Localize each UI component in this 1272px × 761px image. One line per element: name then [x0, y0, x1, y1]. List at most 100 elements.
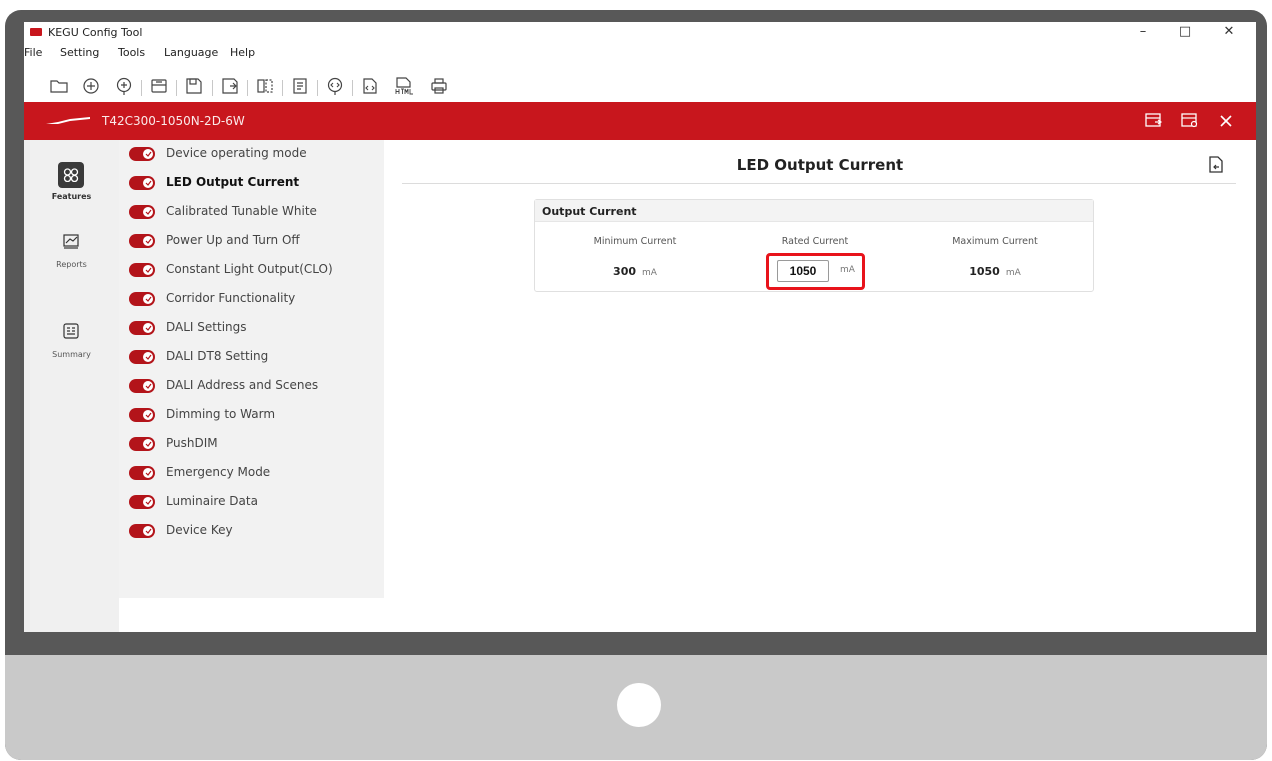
home-button [617, 683, 661, 727]
feature-device-key[interactable]: Device Key [119, 517, 384, 545]
feature-dali-address-and-scenes[interactable]: DALI Address and Scenes [119, 372, 384, 400]
feature-label: Constant Light Output(CLO) [166, 262, 333, 276]
toolbar-divider [317, 80, 318, 96]
toolbar-divider [141, 80, 142, 96]
rail-reports[interactable]: Reports [24, 222, 119, 292]
feature-calibrated-tunable-white[interactable]: Calibrated Tunable White [119, 198, 384, 226]
menu-setting[interactable]: Setting [60, 46, 99, 59]
rail-summary-label: Summary [52, 350, 91, 359]
maximize-button[interactable]: □ [1174, 24, 1196, 39]
rated-current-highlight: mA [766, 253, 865, 290]
brand-logo-icon [46, 117, 90, 124]
feature-label: LED Output Current [166, 175, 300, 189]
feature-label: Emergency Mode [166, 465, 271, 479]
feature-device-operating-mode[interactable]: Device operating mode [119, 140, 384, 168]
feature-toggle[interactable] [129, 147, 155, 161]
add-circle-icon[interactable] [79, 74, 103, 98]
card-title: Output Current [542, 205, 637, 218]
rated-current-label: Rated Current [781, 236, 849, 247]
minimize-button[interactable]: – [1132, 24, 1154, 39]
feature-luminaire-data[interactable]: Luminaire Data [119, 488, 384, 516]
menu-file[interactable]: File [24, 46, 42, 59]
left-rail: Features Reports Summary [24, 140, 119, 632]
feature-toggle[interactable] [129, 292, 155, 306]
toolbar-divider [212, 80, 213, 96]
menu-help[interactable]: Help [230, 46, 255, 59]
rated-current-unit: mA [840, 265, 855, 275]
rail-reports-label: Reports [56, 260, 87, 269]
window-close-button[interactable]: ✕ [1218, 24, 1240, 39]
feature-toggle[interactable] [129, 379, 155, 393]
feature-toggle[interactable] [129, 524, 155, 538]
toolbar-divider [352, 80, 353, 96]
min-current-unit: mA [642, 268, 657, 278]
features-list: Device operating mode LED Output Current… [119, 140, 384, 598]
toolbar [24, 72, 1256, 102]
feature-pushdim[interactable]: PushDIM [119, 430, 384, 458]
feature-label: DALI Settings [166, 320, 247, 334]
save-icon[interactable] [182, 74, 206, 98]
feature-label: Luminaire Data [166, 494, 258, 508]
feature-dali-dt8-setting[interactable]: DALI DT8 Setting [119, 343, 384, 371]
device-name: T42C300-1050N-2D-6W [102, 114, 245, 128]
compare-icon[interactable] [253, 74, 277, 98]
app-logo-icon [30, 28, 42, 36]
feature-toggle[interactable] [129, 350, 155, 364]
device-read-icon[interactable] [147, 74, 171, 98]
rail-summary[interactable]: Summary [24, 294, 119, 364]
print-icon[interactable] [427, 74, 451, 98]
feature-corridor-functionality[interactable]: Corridor Functionality [119, 285, 384, 313]
app-window: KEGU Config Tool – □ ✕ File Setting Tool… [24, 22, 1256, 632]
feature-dali-settings[interactable]: DALI Settings [119, 314, 384, 342]
device-window-icon[interactable] [1144, 112, 1164, 130]
read-device-icon[interactable] [323, 74, 347, 98]
toolbar-divider [247, 80, 248, 96]
title-divider [402, 183, 1236, 184]
rail-features[interactable]: Features [24, 150, 119, 220]
feature-toggle[interactable] [129, 408, 155, 422]
feature-dimming-to-warm[interactable]: Dimming to Warm [119, 401, 384, 429]
feature-toggle[interactable] [129, 437, 155, 451]
close-device-icon[interactable] [1216, 112, 1236, 130]
output-current-card: Output Current Minimum Current Rated Cur… [534, 199, 1094, 292]
feature-toggle[interactable] [129, 205, 155, 219]
document-icon[interactable] [288, 74, 312, 98]
menu-language[interactable]: Language [164, 46, 218, 59]
toolbar-divider [176, 80, 177, 96]
feature-label: DALI Address and Scenes [166, 378, 319, 392]
feature-toggle[interactable] [129, 176, 155, 190]
feature-toggle[interactable] [129, 495, 155, 509]
feature-label: Dimming to Warm [166, 407, 276, 421]
html-export-icon[interactable] [392, 74, 416, 98]
feature-toggle[interactable] [129, 234, 155, 248]
export-icon[interactable] [1207, 156, 1225, 174]
code-export-icon[interactable] [358, 74, 382, 98]
window-title: KEGU Config Tool [48, 26, 143, 39]
menu-tools[interactable]: Tools [118, 46, 145, 59]
rail-features-label: Features [51, 192, 92, 201]
feature-constant-light-output[interactable]: Constant Light Output(CLO) [119, 256, 384, 284]
rated-current-input[interactable] [777, 260, 829, 282]
feature-label: Calibrated Tunable White [166, 204, 317, 218]
feature-emergency-mode[interactable]: Emergency Mode [119, 459, 384, 487]
open-folder-icon[interactable] [47, 74, 71, 98]
feature-led-output-current[interactable]: LED Output Current [119, 169, 384, 197]
reports-icon [58, 228, 84, 254]
max-current-label: Maximum Current [952, 236, 1038, 247]
feature-power-up-and-turn-off[interactable]: Power Up and Turn Off [119, 227, 384, 255]
feature-toggle[interactable] [129, 466, 155, 480]
features-icon [58, 162, 84, 188]
main-panel: LED Output Current Output Current Minimu… [384, 140, 1256, 632]
feature-toggle[interactable] [129, 321, 155, 335]
summary-icon [58, 318, 84, 344]
feature-toggle[interactable] [129, 263, 155, 277]
add-upload-icon[interactable] [112, 74, 136, 98]
feature-label: PushDIM [166, 436, 218, 450]
device-settings-icon[interactable] [1180, 112, 1200, 130]
min-current-label: Minimum Current [593, 236, 677, 247]
feature-label: Power Up and Turn Off [166, 233, 300, 247]
min-current-value: 300 mA [555, 265, 715, 278]
max-current-value: 1050 mA [915, 265, 1075, 278]
save-as-icon[interactable] [218, 74, 242, 98]
max-current-unit: mA [1005, 268, 1021, 278]
